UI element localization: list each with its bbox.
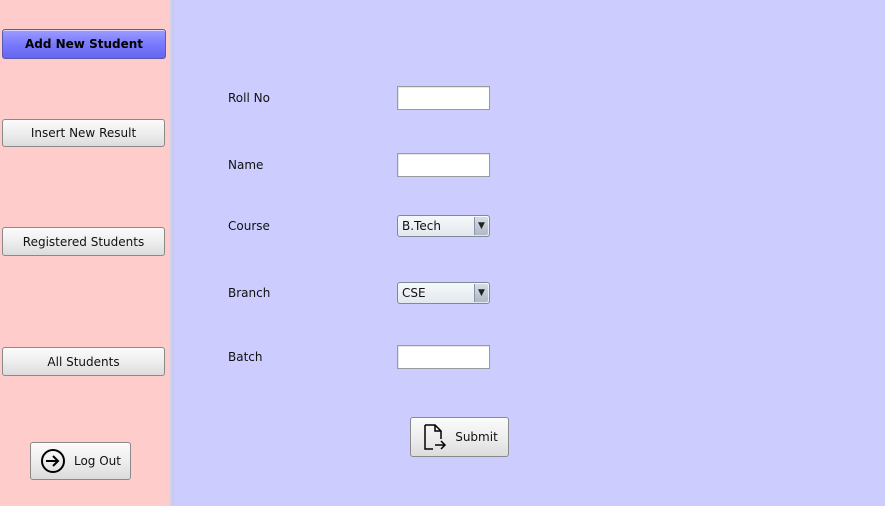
all-students-button[interactable]: All Students <box>2 347 165 376</box>
submit-button[interactable]: Submit <box>410 417 509 457</box>
batch-label: Batch <box>228 350 263 364</box>
insert-new-result-button[interactable]: Insert New Result <box>2 119 165 147</box>
branch-select-value: CSE <box>402 286 426 300</box>
registered-students-button[interactable]: Registered Students <box>2 227 165 256</box>
course-label: Course <box>228 219 270 233</box>
course-select-value: B.Tech <box>402 219 441 233</box>
branch-label: Branch <box>228 286 271 300</box>
logout-icon <box>40 448 66 474</box>
registered-students-label: Registered Students <box>22 234 145 249</box>
sidebar: Add New Student Insert New Result Regist… <box>0 0 169 506</box>
roll-no-input[interactable] <box>397 86 490 110</box>
all-students-label: All Students <box>47 354 120 369</box>
add-new-student-button[interactable]: Add New Student <box>2 29 166 59</box>
add-student-form: Roll No Name Course B.Tech ▼ Branch CSE … <box>174 0 885 506</box>
course-select[interactable]: B.Tech ▼ <box>397 215 490 237</box>
roll-no-label: Roll No <box>228 91 270 105</box>
chevron-down-icon[interactable]: ▼ <box>474 284 488 302</box>
name-input[interactable] <box>397 153 490 177</box>
batch-input[interactable] <box>397 345 490 369</box>
log-out-label: Log Out <box>73 454 121 468</box>
branch-select[interactable]: CSE ▼ <box>397 282 490 304</box>
log-out-button[interactable]: Log Out <box>30 442 131 480</box>
chevron-down-icon[interactable]: ▼ <box>474 217 488 235</box>
add-new-student-label: Add New Student <box>24 37 144 51</box>
name-label: Name <box>228 158 264 172</box>
submit-label: Submit <box>455 430 498 444</box>
document-submit-icon <box>421 423 447 451</box>
insert-new-result-label: Insert New Result <box>30 126 137 140</box>
